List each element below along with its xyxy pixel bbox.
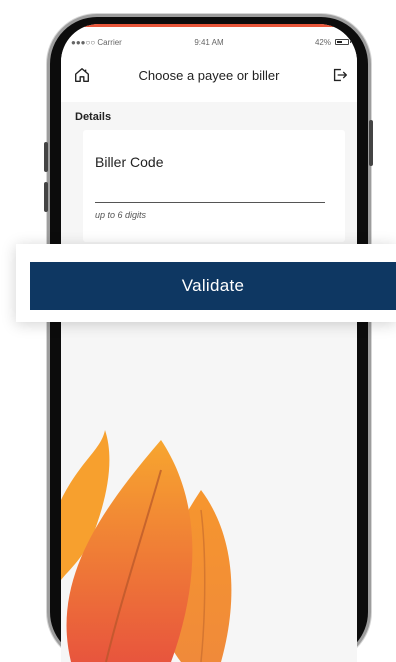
battery-icon	[335, 39, 351, 45]
validate-button[interactable]: Validate	[30, 262, 396, 310]
details-heading: Details	[75, 111, 112, 123]
status-time: 9:41 AM	[194, 38, 224, 47]
phone-power-button	[369, 120, 373, 166]
biller-code-card: Biller Code up to 6 digits	[83, 130, 345, 242]
biller-code-field[interactable]: Biller Code	[95, 154, 163, 170]
status-bar: ●●●○○ Carrier 9:41 AM 42%	[61, 24, 357, 58]
phone-volume-down-button	[44, 182, 48, 212]
app-header: Choose a payee or biller	[61, 58, 357, 102]
biller-code-hint: up to 6 digits	[95, 210, 147, 220]
biller-code-underline	[95, 202, 325, 203]
page-title: Choose a payee or biller	[138, 68, 280, 83]
phone-volume-up-button	[44, 142, 48, 172]
battery-percent: 42%	[314, 38, 331, 47]
validate-panel: Validate	[16, 244, 396, 322]
logout-icon[interactable]	[331, 66, 349, 84]
flame-illustration	[61, 430, 232, 662]
